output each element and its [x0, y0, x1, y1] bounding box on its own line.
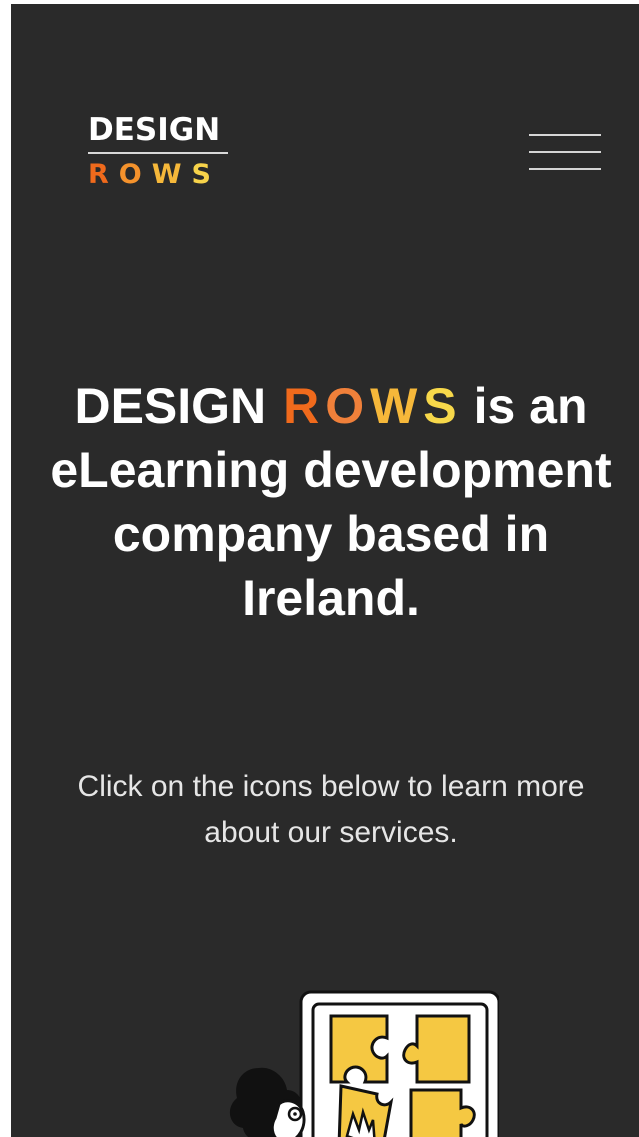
menu-bar	[529, 134, 601, 136]
puzzle-person-illustration[interactable]	[229, 986, 499, 1137]
logo[interactable]: DESIGN ROWS	[88, 111, 230, 192]
hero-design-word: DESIGN	[74, 378, 267, 434]
logo-letter-w: W	[151, 159, 192, 190]
hero-subtitle: Click on the icons below to learn more a…	[77, 770, 585, 849]
hero-headline: DESIGN ROWS is an eLearning development …	[39, 374, 623, 630]
hero-letter-o: O	[325, 378, 365, 434]
menu-bar	[529, 151, 601, 153]
logo-letter-o: O	[118, 159, 152, 190]
logo-design-text: DESIGN	[88, 112, 221, 148]
logo-divider	[88, 152, 228, 154]
menu-bar	[529, 168, 601, 170]
hero-letter-r: R	[283, 378, 320, 434]
hero-letter-s: S	[423, 378, 457, 434]
logo-rows-text: ROWS	[88, 158, 230, 192]
hero-letter-w: W	[370, 378, 418, 434]
logo-letter-s: S	[191, 159, 221, 190]
person-eye	[293, 1112, 297, 1116]
logo-letter-r: R	[88, 159, 119, 190]
hamburger-icon[interactable]	[529, 130, 601, 178]
page: DESIGN ROWS DESIGN ROWS is an eLearning …	[11, 4, 639, 1137]
